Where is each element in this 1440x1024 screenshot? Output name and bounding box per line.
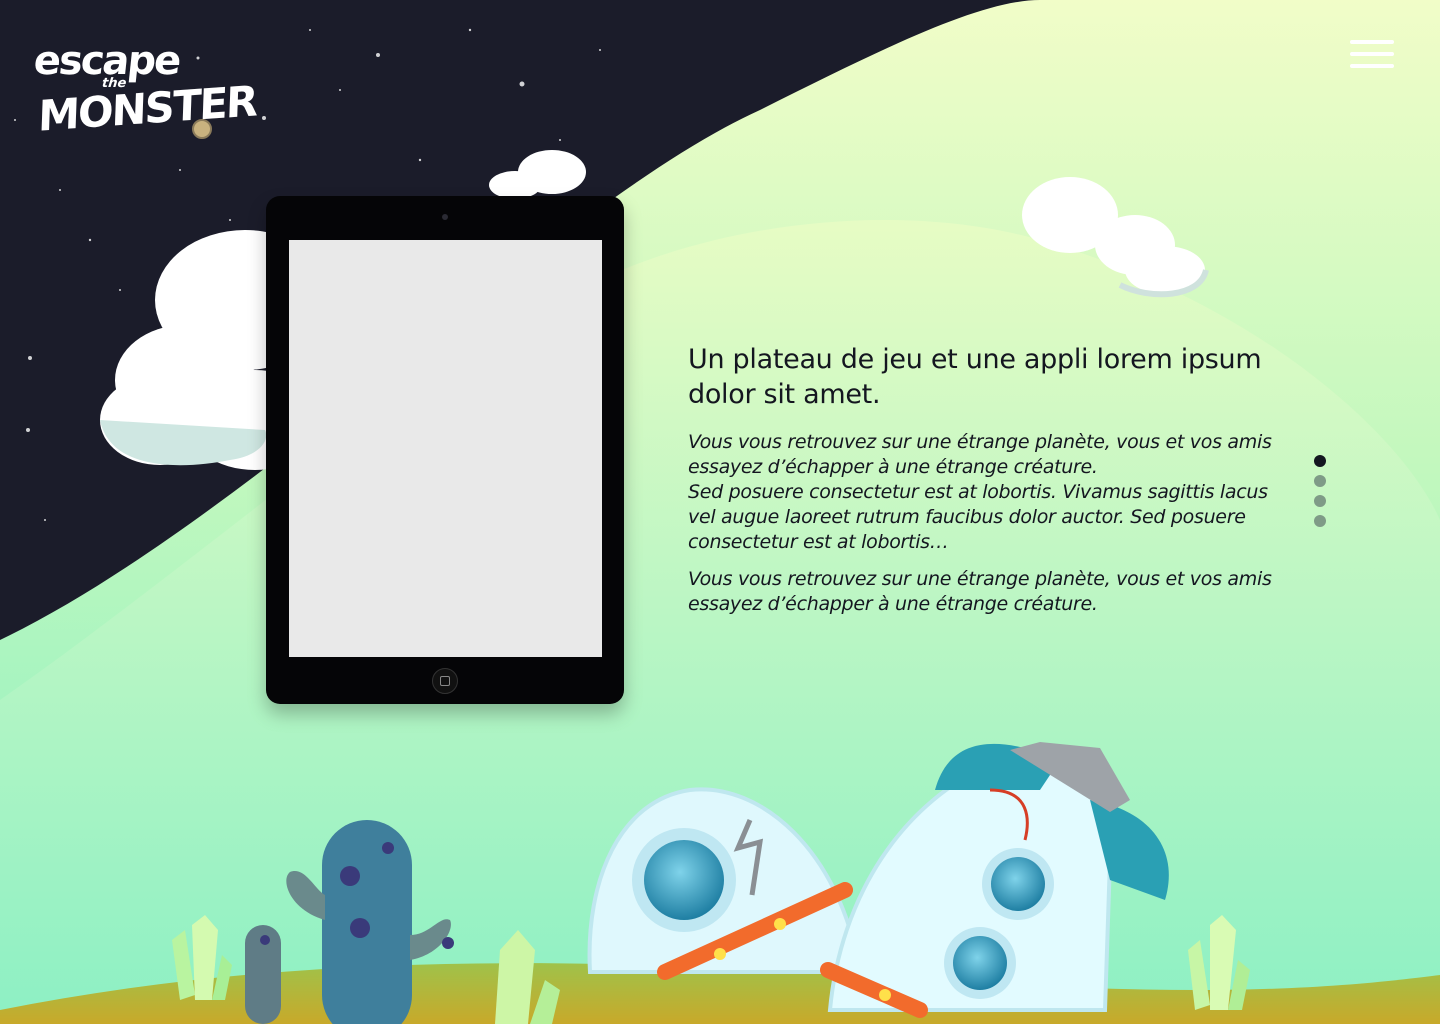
hero-headline: Un plateau de jeu et une appli lorem ips… (688, 344, 1262, 410)
tablet-mockup (266, 196, 624, 704)
hero-scene: escape the MONSTER Un plateau de jeu et … (0, 0, 1440, 1024)
pagination-dot-4[interactable] (1314, 515, 1326, 527)
hero-paragraph-1: Vous vous retrouvez sur une étrange plan… (688, 431, 1272, 553)
slide-pagination (1314, 455, 1328, 535)
escape-the-monster-logo[interactable]: escape the MONSTER (30, 38, 258, 148)
hero-paragraph-2: Vous vous retrouvez sur une étrange plan… (688, 568, 1272, 615)
pagination-dot-3[interactable] (1314, 495, 1326, 507)
tablet-screen (289, 240, 602, 657)
pagination-dot-1[interactable] (1314, 455, 1326, 467)
tablet-camera-icon (442, 214, 448, 220)
hamburger-menu-icon[interactable] (1350, 38, 1396, 72)
pagination-dot-2[interactable] (1314, 475, 1326, 487)
tablet-home-button-icon (432, 668, 458, 694)
hero-text-block: Un plateau de jeu et une appli lorem ips… (688, 342, 1278, 629)
